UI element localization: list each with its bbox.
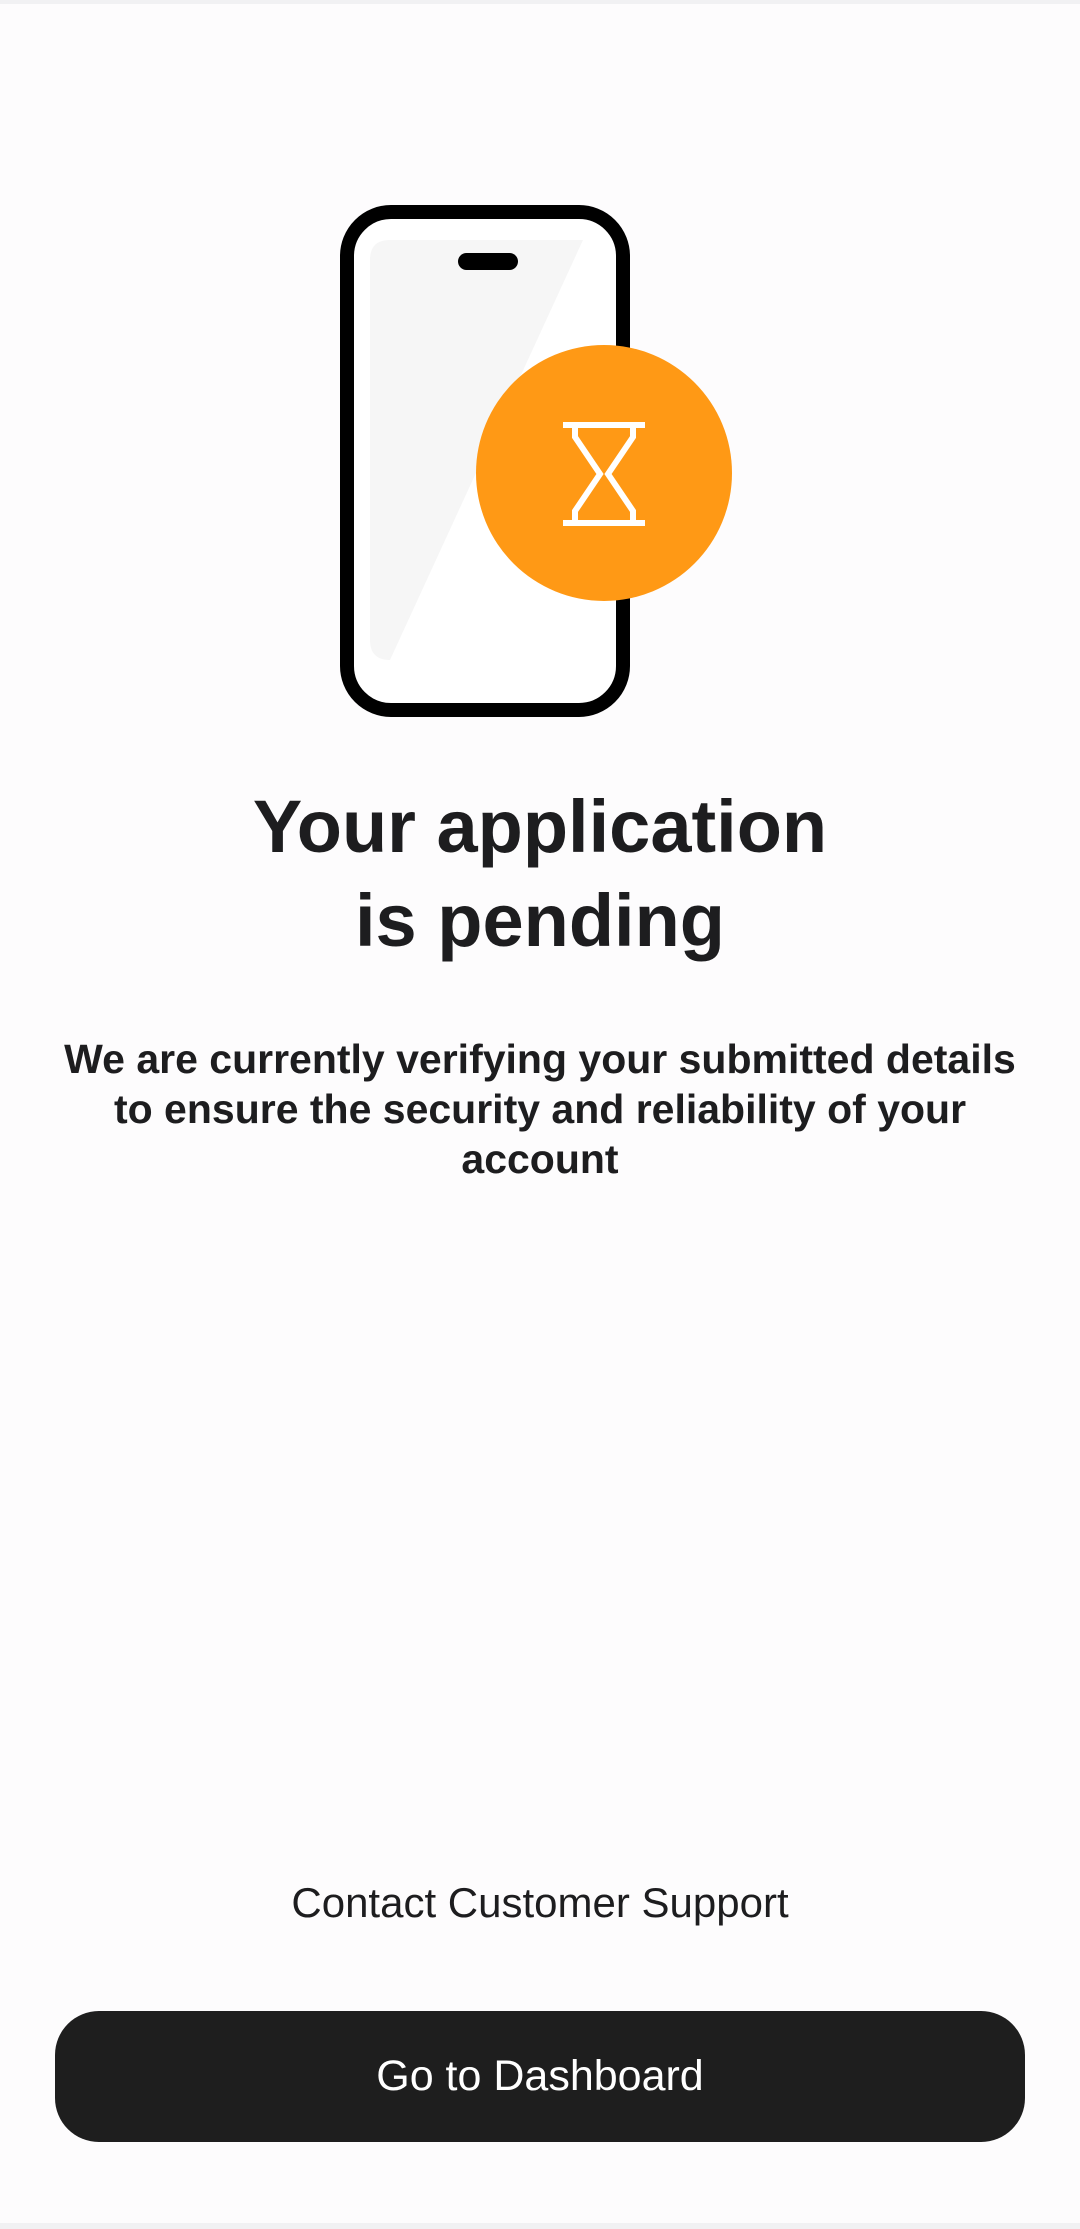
status-bar-area bbox=[0, 0, 1080, 4]
navigation-bar-area bbox=[0, 2223, 1080, 2229]
title-line-2: is pending bbox=[355, 879, 725, 962]
go-to-dashboard-button[interactable]: Go to Dashboard bbox=[55, 2011, 1025, 2142]
status-description: We are currently verifying your submitte… bbox=[64, 1036, 1016, 1182]
pending-illustration bbox=[340, 205, 740, 725]
page-title: Your application is pending bbox=[0, 780, 1080, 968]
title-line-1: Your application bbox=[252, 785, 828, 868]
contact-support-link[interactable]: Contact Customer Support bbox=[0, 1870, 1080, 1936]
hourglass-badge bbox=[476, 345, 732, 601]
